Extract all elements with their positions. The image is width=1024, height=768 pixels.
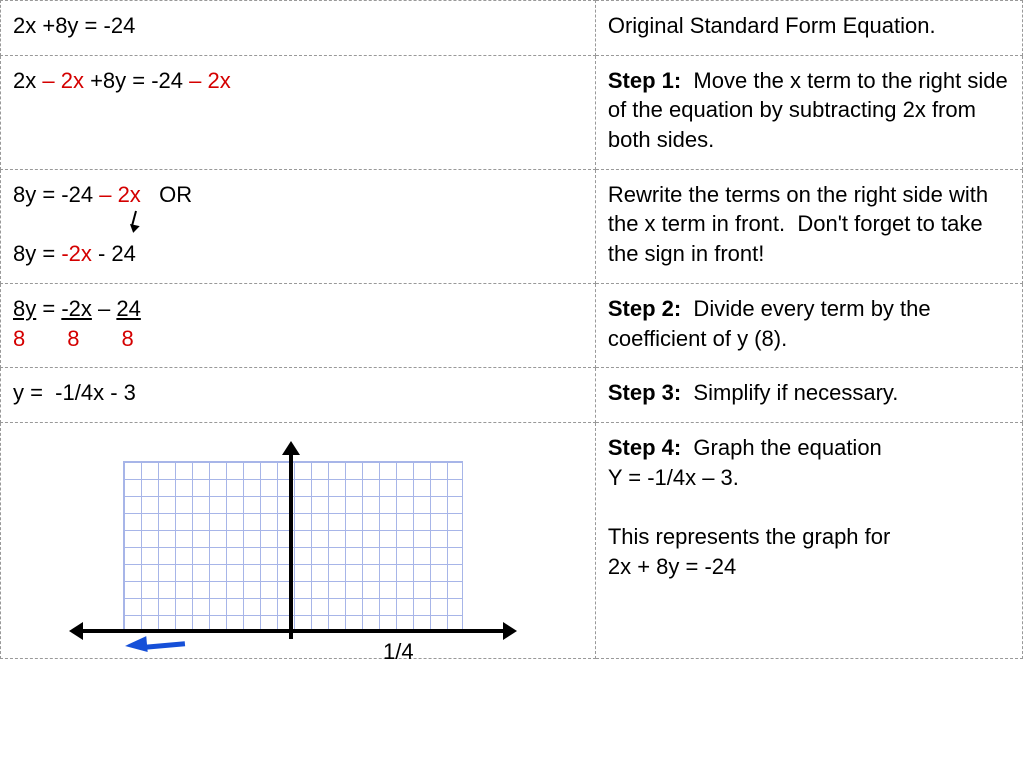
line-arrowhead [124, 636, 147, 654]
steps-table: 2x +8y = -24Original Standard Form Equat… [0, 0, 1023, 659]
steps-tbody: 2x +8y = -24Original Standard Form Equat… [1, 1, 1023, 659]
table-row: 2x – 2x +8y = -24 – 2xStep 1: Move the x… [1, 55, 1023, 169]
line-segment [145, 641, 185, 649]
equation-cell: 8y = -2x – 24888 [1, 283, 596, 367]
explanation-cell: Step 2: Divide every term by the coeffic… [595, 283, 1022, 367]
graph-grid [123, 461, 463, 631]
equation-cell: 8y = -24 – 2x OR8y = -2x - 24 [1, 169, 596, 283]
equation-cell: 1/4 [1, 422, 596, 658]
x-axis [73, 629, 513, 633]
table-row: y = -1/4x - 3Step 3: Simplify if necessa… [1, 368, 1023, 423]
table-row: 8y = -24 – 2x OR8y = -2x - 24Rewrite the… [1, 169, 1023, 283]
graph-area: 1/4 [13, 439, 533, 644]
equation-cell: 2x +8y = -24 [1, 1, 596, 56]
explanation-cell: Rewrite the terms on the right side with… [595, 169, 1022, 283]
explanation-cell: Original Standard Form Equation. [595, 1, 1022, 56]
table-row: 8y = -2x – 24888Step 2: Divide every ter… [1, 283, 1023, 367]
equation-cell: 2x – 2x +8y = -24 – 2x [1, 55, 596, 169]
equation-cell: y = -1/4x - 3 [1, 368, 596, 423]
y-axis [289, 445, 293, 639]
explanation-cell: Step 4: Graph the equationY = -1/4x – 3.… [595, 422, 1022, 658]
explanation-cell: Step 3: Simplify if necessary. [595, 368, 1022, 423]
table-row: 2x +8y = -24Original Standard Form Equat… [1, 1, 1023, 56]
explanation-cell: Step 1: Move the x term to the right sid… [595, 55, 1022, 169]
graph-bottom-text: 1/4 [383, 637, 414, 667]
table-row: 1/4 Step 4: Graph the equationY = -1/4x –… [1, 422, 1023, 658]
